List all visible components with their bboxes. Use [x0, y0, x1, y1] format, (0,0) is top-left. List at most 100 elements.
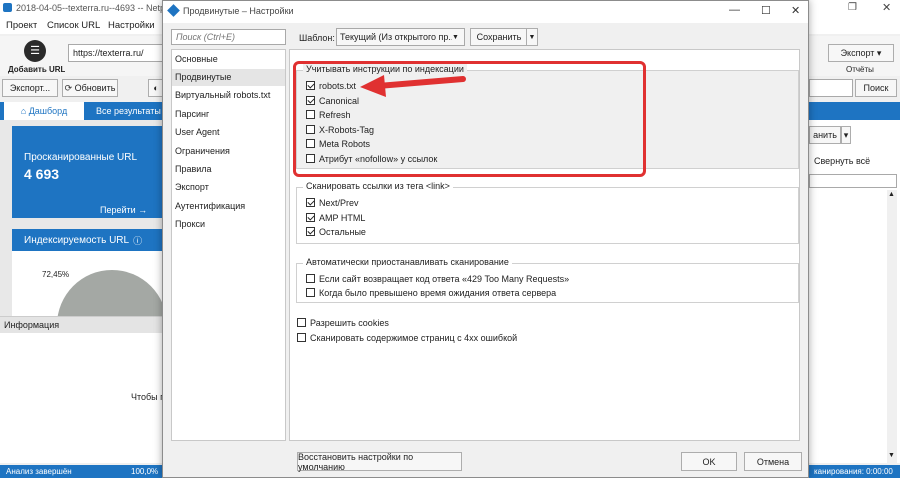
export-dropdown-label: Экспорт: [840, 48, 875, 58]
nav-item-virtual-robots[interactable]: Виртуальный robots.txt: [172, 87, 285, 104]
info-panel: Чтобы п: [0, 333, 166, 463]
arrow-shaft: [375, 76, 466, 89]
close-icon[interactable]: ✕: [882, 1, 891, 14]
status-right: канирования: 0:00:00: [814, 467, 893, 476]
scrollbar[interactable]: ▲ ▼: [887, 190, 897, 463]
settings-dialog: Продвинутые – Настройки — ☐ ✕ Основные П…: [162, 0, 809, 478]
indexability-label: Индексируемость URL: [24, 234, 130, 246]
goto-link[interactable]: Перейти →: [100, 205, 147, 215]
tab-dashboard[interactable]: ⌂ Дашборд: [4, 102, 84, 120]
checkbox-amp-html[interactable]: AMP HTML: [306, 211, 365, 224]
refresh-label: Обновить: [74, 83, 116, 93]
collapse-all[interactable]: Свернуть всё: [814, 156, 870, 166]
group-auto-pause: Автоматически приостанавливать сканирова…: [296, 257, 799, 303]
dialog-close-icon[interactable]: ✕: [791, 4, 800, 17]
checkbox-box[interactable]: [306, 274, 315, 283]
restore-defaults-button[interactable]: Восстановить настройки по умолчанию: [297, 452, 462, 472]
status-percent: 100,0%: [131, 467, 159, 476]
status-left: Анализ завершён: [6, 467, 72, 476]
template-label: Шаблон:: [299, 33, 335, 43]
settings-nav: Основные Продвинутые Виртуальный robots.…: [171, 49, 286, 441]
pie-slice: [57, 270, 164, 316]
scanned-url-count: 4 693: [24, 166, 60, 182]
search-button[interactable]: Поиск: [855, 79, 897, 97]
menu-url-list[interactable]: Список URL: [47, 20, 100, 31]
partial-button[interactable]: анить: [809, 126, 841, 144]
checkbox-box[interactable]: [306, 213, 315, 222]
checkbox-label: Сканировать содержимое страниц с 4хх оши…: [310, 332, 518, 343]
settings-search-input[interactable]: [171, 29, 286, 45]
highlight-annotation: [293, 61, 646, 177]
template-select[interactable]: Текущий (Из открытого пр... ▼: [336, 28, 465, 46]
add-url-label[interactable]: Добавить URL: [8, 65, 65, 74]
scroll-down-icon[interactable]: ▼: [888, 452, 895, 459]
nav-item-advanced[interactable]: Продвинутые: [172, 69, 285, 86]
nav-item-export[interactable]: Экспорт: [172, 179, 285, 196]
template-select-value: Текущий (Из открытого пр...: [340, 32, 452, 42]
checkbox-label: Next/Prev: [319, 197, 359, 208]
cancel-button[interactable]: Отмена: [744, 452, 802, 471]
reports-label: Отчёты: [846, 65, 874, 74]
minimize-icon[interactable]: —: [729, 4, 740, 16]
checkbox-box[interactable]: [306, 288, 315, 297]
checkbox-label: Остальные: [319, 226, 366, 237]
template-save-button[interactable]: Сохранить: [470, 28, 528, 46]
maximize-icon[interactable]: ☐: [761, 4, 771, 17]
search-field[interactable]: [809, 79, 853, 97]
checkbox-next-prev[interactable]: Next/Prev: [306, 196, 359, 209]
dialog-title: Продвинутые – Настройки: [183, 6, 294, 16]
add-url-icon[interactable]: ☰: [24, 40, 46, 62]
tab-all-results[interactable]: Все результаты (4: [96, 106, 162, 116]
checkbox-box[interactable]: [297, 318, 306, 327]
scanned-url-card: Просканированные URL 4 693 Перейти →: [12, 126, 164, 218]
checkbox-label: Когда было превышено время ожидания отве…: [319, 287, 557, 298]
results-filter-field[interactable]: [809, 174, 897, 188]
checkbox-box[interactable]: [306, 227, 315, 236]
refresh-button[interactable]: ⟳ Обновить: [62, 79, 118, 97]
template-dropdown-icon: ▼: [452, 33, 459, 41]
url-input[interactable]: https://texterra.ru/: [68, 44, 164, 62]
restore-icon[interactable]: ❐: [848, 2, 857, 13]
nav-item-restrictions[interactable]: Ограничения: [172, 143, 285, 160]
nav-item-authentication[interactable]: Аутентификация: [172, 198, 285, 215]
checkbox-box[interactable]: [306, 198, 315, 207]
group-auto-pause-title: Автоматически приостанавливать сканирова…: [303, 257, 512, 267]
group-link-tag: Сканировать ссылки из тега <link> Next/P…: [296, 181, 799, 244]
indexability-chart: 72,45%: [12, 251, 164, 316]
checkbox-label: Разрешить cookies: [310, 317, 389, 328]
checkbox-429[interactable]: Если сайт возвращает код ответа «429 Too…: [306, 272, 569, 285]
dialog-titlebar: Продвинутые – Настройки — ☐ ✕: [163, 1, 808, 23]
indexability-header: Индексируемость URL ⓘ: [12, 229, 164, 251]
nav-item-rules[interactable]: Правила: [172, 161, 285, 178]
info-label: Информация: [4, 320, 60, 330]
tab-dashboard-label: Дашборд: [28, 106, 68, 116]
export-dropdown-button[interactable]: Экспорт ▾: [828, 44, 894, 62]
checkbox-scan-4xx[interactable]: Сканировать содержимое страниц с 4хх оши…: [297, 331, 517, 344]
dialog-app-icon: [167, 4, 180, 17]
ok-button[interactable]: OK: [681, 452, 737, 471]
arrow-head: [360, 75, 386, 97]
info-icon: ⓘ: [133, 235, 143, 246]
scroll-up-icon[interactable]: ▲: [888, 191, 895, 198]
nav-item-basic[interactable]: Основные: [172, 51, 285, 68]
app-icon: [3, 3, 12, 12]
export-button[interactable]: Экспорт...: [2, 79, 58, 97]
nav-item-user-agent[interactable]: User Agent: [172, 124, 285, 141]
info-panel-header: Информация: [0, 316, 164, 333]
nav-item-parsing[interactable]: Парсинг: [172, 106, 285, 123]
checkbox-label: Если сайт возвращает код ответа «429 Too…: [319, 273, 570, 284]
scanned-url-label: Просканированные URL: [24, 152, 138, 163]
nav-item-proxy[interactable]: Прокси: [172, 216, 285, 233]
checkbox-timeout[interactable]: Когда было превышено время ожидания отве…: [306, 286, 556, 299]
info-text: Чтобы п: [131, 392, 166, 402]
checkbox-other[interactable]: Остальные: [306, 225, 366, 238]
checkbox-label: AMP HTML: [319, 212, 366, 223]
template-save-dropdown[interactable]: ▼: [526, 28, 538, 46]
home-icon: ⌂: [20, 106, 27, 116]
menu-settings[interactable]: Настройки: [108, 20, 155, 31]
menu-project[interactable]: Проект: [6, 20, 37, 31]
checkbox-box[interactable]: [297, 333, 306, 342]
group-link-tag-title: Сканировать ссылки из тега <link>: [303, 181, 453, 191]
checkbox-allow-cookies[interactable]: Разрешить cookies: [297, 316, 389, 329]
partial-dropdown-arrow[interactable]: ▾: [841, 126, 851, 144]
